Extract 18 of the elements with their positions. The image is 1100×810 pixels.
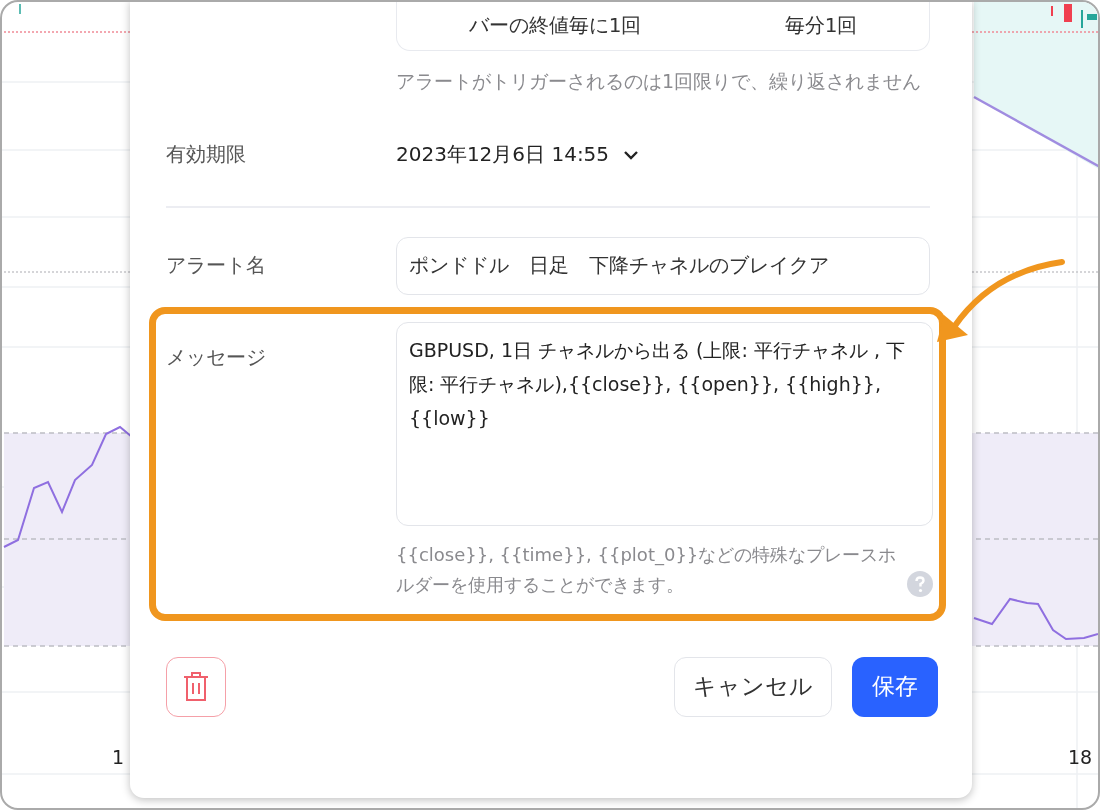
chevron-down-icon [623, 149, 640, 160]
trigger-option[interactable]: バーの終値毎に1回 [468, 11, 642, 39]
delete-button[interactable] [166, 656, 226, 717]
trash-icon [182, 670, 210, 703]
message-field[interactable]: GBPUSD, 1日 チャネルから出る (上限: 平行チャネル , 下限: 平行チャネル),{{close}}, {{open}}, {{high}}, {{low}} [396, 321, 933, 526]
message-label: メッセージ [166, 344, 266, 369]
axis-label: 1 [112, 746, 125, 768]
save-button[interactable]: 保存 [852, 656, 938, 717]
candles-drawing [1051, 4, 1097, 29]
axis-label: 18 [1068, 746, 1093, 768]
trigger-option[interactable]: 毎分1回 [784, 11, 858, 39]
alert-name-label: アラート名 [166, 253, 266, 277]
expiration-label: 有効期限 [166, 142, 246, 166]
placeholder-hint: {{close}}, {{time}}, {{plot_0}}などの特殊なプレースホルダーを使用することができます。 [396, 542, 897, 597]
cancel-button[interactable]: キャンセル [674, 656, 832, 717]
trigger-hint: アラートがトリガーされるのは1回限りで、繰り返されません [396, 69, 923, 94]
expiration-dropdown[interactable]: 2023年12月6日 14:55 [396, 141, 640, 168]
alert-name-field[interactable]: ポンドドル 日足 下降チャネルのブレイクア [396, 236, 930, 295]
